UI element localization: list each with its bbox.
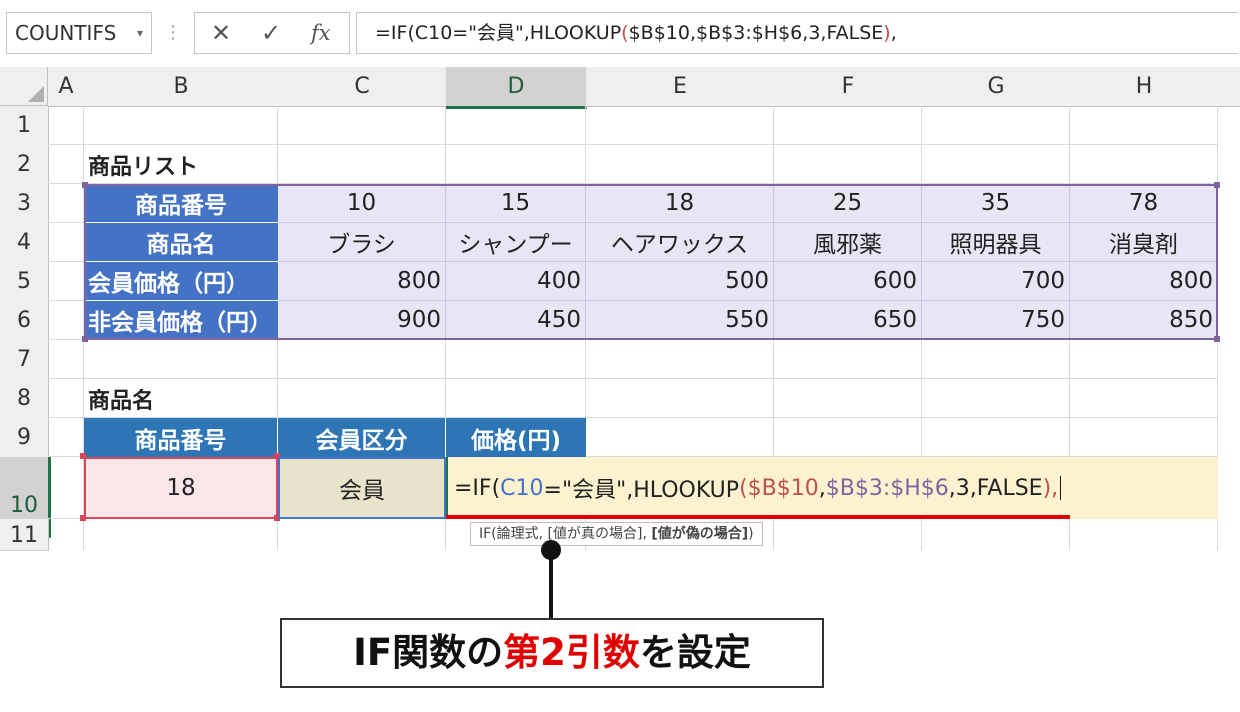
row-header-1[interactable]: 1 [0, 106, 49, 146]
column-header-d[interactable]: D [446, 67, 587, 109]
formula-bar-grip-icon: ⋮ [164, 22, 182, 43]
spreadsheet-grid[interactable]: A B C D E F G H 1 2 3 4 5 6 7 8 9 10 11 … [0, 67, 1240, 551]
function-tooltip: IF(論理式, [値が真の場合], [値が偽の場合]) [470, 522, 763, 546]
edit-formula-ref-c10: C10 [500, 475, 544, 501]
row-header-3[interactable]: 3 [0, 184, 49, 224]
edit-formula-ref-b10: $B$10 [747, 475, 819, 501]
column-header-f[interactable]: F [774, 67, 923, 107]
row-header-5[interactable]: 5 [0, 262, 49, 302]
row-label-product-name: 商品名 [84, 223, 278, 262]
product-number-cell[interactable]: 78 [1070, 184, 1218, 223]
formula-text-close: ) [883, 22, 891, 44]
chevron-down-icon[interactable]: ▾ [137, 13, 143, 53]
product-name-cell[interactable]: 風邪薬 [774, 223, 922, 262]
insert-function-icon[interactable]: fx [311, 13, 331, 53]
callout-highlight: 第2引数 [503, 631, 640, 674]
edit-formula-close: ), [1042, 475, 1059, 501]
formula-text-paren: ( [621, 22, 629, 44]
formula-text-prefix: =IF(C10="会員",HLOOKUP [375, 22, 622, 44]
row-label-product-number: 商品番号 [84, 184, 278, 223]
product-name-cell[interactable]: ヘアワックス [586, 223, 774, 262]
row-header-2[interactable]: 2 [0, 145, 49, 185]
member-price-cell[interactable]: 600 [774, 262, 922, 301]
tooltip-text: IF(論理式, [値が真の場合], [479, 526, 652, 542]
formula-edit-cell[interactable]: =IF(C10 ="会員",HLOOKUP($B$10, $B$3:$H$6,3,F… [446, 457, 1218, 519]
lookup-header-member-type: 会員区分 [278, 418, 446, 457]
product-name-cell[interactable]: 消臭剤 [1070, 223, 1218, 262]
column-header-c[interactable]: C [278, 67, 447, 107]
member-type-cell[interactable]: 会員 [278, 457, 446, 519]
column-header-h[interactable]: H [1070, 67, 1219, 107]
member-price-cell[interactable]: 500 [586, 262, 774, 301]
callout-text: IF関数の [353, 631, 504, 674]
enter-icon[interactable]: ✓ [261, 13, 281, 53]
formula-text-args: $B$10,$B$3:$H$6,3,FALSE [628, 22, 884, 44]
row-label-nonmember-price: 非会員価格（円） [84, 301, 278, 340]
row-header-4[interactable]: 4 [0, 223, 49, 263]
nonmember-price-cell[interactable]: 450 [446, 301, 586, 340]
product-name-cell[interactable]: シャンプー [446, 223, 586, 262]
member-price-cell[interactable]: 800 [1070, 262, 1218, 301]
nonmember-price-cell[interactable]: 550 [586, 301, 774, 340]
product-list-title: 商品リスト [88, 154, 199, 180]
lookup-header-product-number: 商品番号 [84, 418, 278, 457]
product-name-cell[interactable]: 照明器具 [922, 223, 1070, 262]
name-box-value: COUNTIFS [15, 21, 117, 45]
product-number-cell[interactable]: 25 [774, 184, 922, 223]
nonmember-price-cell[interactable]: 850 [1070, 301, 1218, 340]
tooltip-end: ) [748, 526, 754, 542]
callout-connector [549, 548, 553, 620]
product-number-cell[interactable]: 10 [278, 184, 446, 223]
formula-bar-buttons: ✕ ✓ fx [194, 12, 350, 54]
column-header-e[interactable]: E [586, 67, 775, 107]
column-header-a[interactable]: A [48, 67, 85, 107]
formula-input[interactable]: =IF(C10="会員",HLOOKUP($B$10,$B$3:$H$6,3,F… [356, 12, 1238, 54]
edit-formula-part: =IF( [454, 475, 501, 501]
highlight-underline [446, 515, 1070, 519]
column-header-next[interactable] [1218, 67, 1240, 107]
edit-formula-part: , [818, 475, 826, 501]
product-name-cell[interactable]: ブラシ [278, 223, 446, 262]
row-header-9[interactable]: 9 [0, 418, 49, 458]
column-header-b[interactable]: B [84, 67, 279, 107]
member-price-cell[interactable]: 400 [446, 262, 586, 301]
callout-text-end: を設定 [639, 631, 751, 674]
product-number-cell[interactable]: 18 [586, 184, 774, 223]
product-number-input-cell[interactable]: 18 [84, 457, 278, 519]
edit-formula-part: ,3,FALSE [948, 475, 1043, 501]
nonmember-price-cell[interactable]: 650 [774, 301, 922, 340]
select-all-corner[interactable] [0, 67, 48, 106]
edit-formula-part: ="会員",HLOOKUP [543, 478, 740, 503]
tooltip-current-arg: [値が偽の場合] [651, 526, 749, 542]
product-number-cell[interactable]: 15 [446, 184, 586, 223]
nonmember-price-cell[interactable]: 750 [922, 301, 1070, 340]
cancel-icon[interactable]: ✕ [211, 13, 231, 53]
row-header-6[interactable]: 6 [0, 301, 49, 341]
name-box[interactable]: COUNTIFS ▾ [6, 12, 152, 54]
edit-formula-paren: ( [739, 475, 748, 501]
callout-box: IF関数の第2引数を設定 [280, 618, 824, 688]
nonmember-price-cell[interactable]: 900 [278, 301, 446, 340]
edit-formula-ref-range: $B$3:$H$6 [825, 475, 949, 501]
row-header-11[interactable]: 11 [0, 519, 49, 551]
formula-text-comma: , [890, 22, 897, 44]
row-header-7[interactable]: 7 [0, 340, 49, 380]
lookup-header-price: 価格(円) [446, 418, 586, 457]
product-number-cell[interactable]: 35 [922, 184, 1070, 223]
row-header-8[interactable]: 8 [0, 379, 49, 419]
text-cursor [1060, 476, 1062, 500]
lookup-title: 商品名 [88, 388, 155, 414]
column-header-g[interactable]: G [922, 67, 1071, 107]
member-price-cell[interactable]: 700 [922, 262, 1070, 301]
member-price-cell[interactable]: 800 [278, 262, 446, 301]
row-label-member-price: 会員価格（円） [84, 262, 278, 301]
